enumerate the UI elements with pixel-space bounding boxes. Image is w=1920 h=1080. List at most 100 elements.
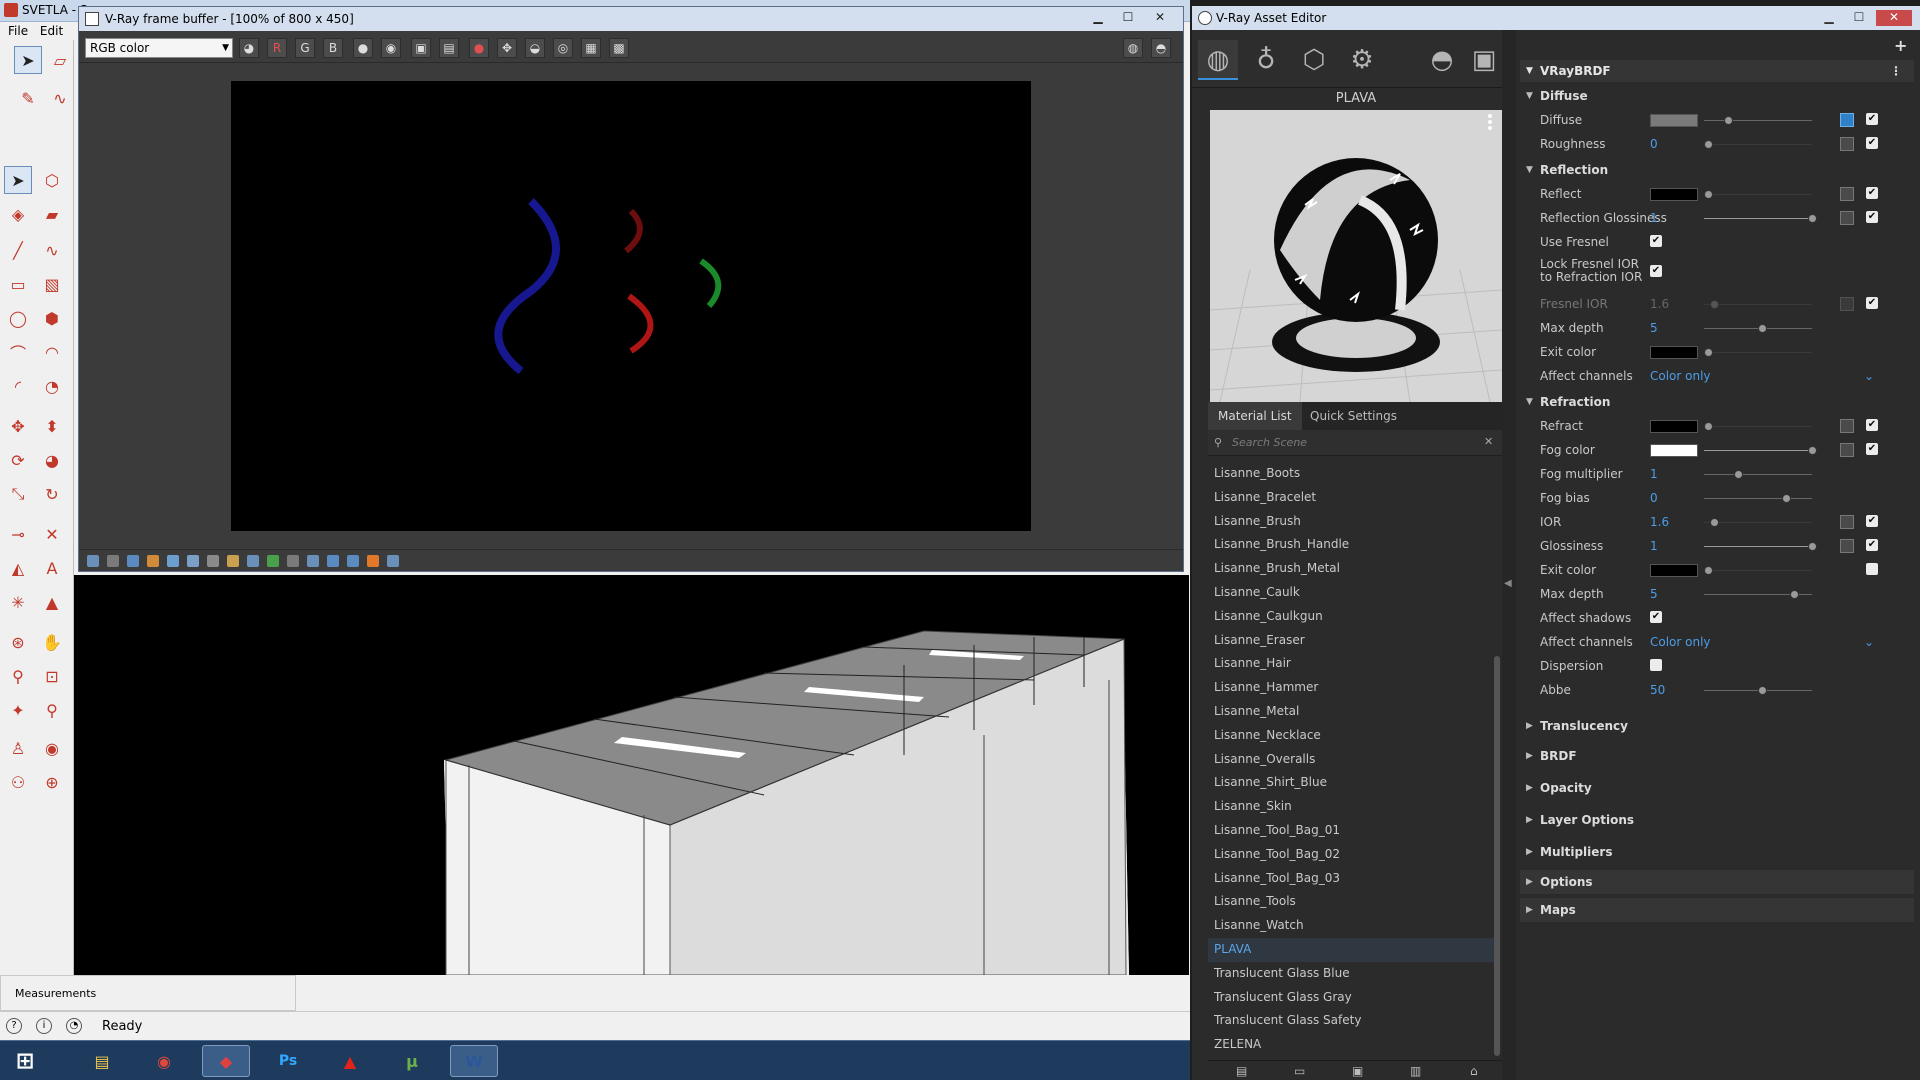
list-item[interactable]: Lisanne_Brush_Metal	[1208, 557, 1494, 581]
slider-knob[interactable]	[1704, 422, 1713, 431]
menu-file[interactable]: File	[8, 24, 28, 38]
roughness-value[interactable]: 0	[1650, 132, 1658, 156]
slider-knob[interactable]	[1790, 590, 1799, 599]
exit-color-swatch[interactable]	[1650, 346, 1698, 359]
slider-knob[interactable]	[1782, 494, 1791, 503]
measurements-box[interactable]: Measurements	[0, 975, 296, 1011]
white-balance-icon[interactable]	[167, 555, 179, 567]
render-teapot-icon[interactable]: ◓	[1422, 40, 1462, 80]
rotated-rectangle-icon[interactable]: ▧	[38, 270, 66, 298]
list-item[interactable]: Lisanne_Hammer	[1208, 676, 1494, 700]
background-icon[interactable]	[247, 555, 259, 567]
lights-tab-icon[interactable]: ♁	[1246, 40, 1286, 80]
section-translucency[interactable]: ▶ Translucency	[1520, 714, 1914, 738]
3d-text-icon[interactable]: ▲	[38, 588, 66, 616]
red-channel-button[interactable]: R	[267, 38, 287, 58]
layer-menu-icon[interactable]: ⋮	[1890, 60, 1902, 82]
affect-channels-dropdown[interactable]: Color only	[1650, 364, 1711, 388]
rotate-tool-icon[interactable]: ⟳	[4, 446, 32, 474]
brdf-layer-header[interactable]: ▼ VRayBRDF ⋮	[1520, 60, 1914, 82]
slider-knob[interactable]	[1758, 686, 1767, 695]
ior-slider[interactable]	[1704, 518, 1812, 527]
refraction-exit-color-swatch[interactable]	[1650, 564, 1698, 577]
fog-color-slider[interactable]	[1704, 446, 1817, 455]
look-around-icon[interactable]: ◉	[38, 734, 66, 762]
rectangle-tool-icon[interactable]: ▭	[4, 270, 32, 298]
pan-tool-icon[interactable]: ✋	[38, 628, 66, 656]
dispersion-checkbox[interactable]: ✔	[1650, 659, 1662, 671]
sketchup-taskbar-icon[interactable]: ◆	[202, 1045, 250, 1077]
refract-map-icon[interactable]	[1840, 419, 1854, 433]
refraction-max-depth-slider[interactable]	[1704, 590, 1812, 599]
list-item[interactable]: ZELENA	[1208, 1033, 1494, 1057]
list-item[interactable]: Translucent Glass Blue	[1208, 962, 1494, 986]
channel-select[interactable]: RGB color ▼	[85, 38, 233, 58]
list-item[interactable]: Lisanne_Bracelet	[1208, 486, 1494, 510]
diffuse-slider[interactable]	[1704, 116, 1812, 125]
reflect-slider[interactable]	[1704, 190, 1812, 199]
list-item[interactable]: Lisanne_Necklace	[1208, 724, 1494, 748]
reflection-glossiness-value[interactable]: 1	[1650, 206, 1658, 230]
affect-shadows-checkbox[interactable]: ✔	[1650, 611, 1662, 623]
slider-knob[interactable]	[1808, 214, 1817, 223]
minimize-icon[interactable]: ▁	[1816, 10, 1842, 26]
stamp-icon[interactable]	[327, 555, 339, 567]
select-tool-icon[interactable]: ➤	[14, 46, 42, 74]
ior-map-icon[interactable]	[1840, 515, 1854, 529]
circle-tool-icon[interactable]: ◯	[4, 304, 32, 332]
select-tool-large-icon[interactable]: ➤	[4, 166, 32, 194]
exposure-icon[interactable]	[147, 555, 159, 567]
slider-knob[interactable]	[1734, 470, 1743, 479]
previous-view-icon[interactable]: ⚲	[38, 696, 66, 724]
component-tool-icon[interactable]: ⬡	[38, 166, 66, 194]
tab-material-list[interactable]: Material List	[1208, 402, 1302, 430]
info-icon[interactable]: i	[36, 1018, 52, 1034]
maximize-icon[interactable]: ☐	[1846, 10, 1872, 26]
diffuse-color-swatch[interactable]	[1650, 114, 1698, 127]
list-item[interactable]: Lisanne_Tool_Bag_02	[1208, 843, 1494, 867]
list-item[interactable]: Lisanne_Tool_Bag_03	[1208, 867, 1494, 891]
autocad-icon[interactable]: ▲	[326, 1045, 374, 1077]
fog-bias-slider[interactable]	[1704, 494, 1812, 503]
roughness-slider[interactable]	[1704, 140, 1812, 149]
chevron-down-icon[interactable]: ⌄	[1864, 364, 1874, 388]
delete-material-icon[interactable]: ▥	[1410, 1064, 1421, 1078]
compare-icon[interactable]: ▦	[581, 38, 601, 58]
section-maps[interactable]: ▶ Maps	[1520, 898, 1914, 922]
diffuse-checkbox[interactable]: ✔	[1866, 113, 1878, 125]
text-tool-icon[interactable]: A	[38, 554, 66, 582]
icc-icon[interactable]	[307, 555, 319, 567]
new-material-icon[interactable]: ▤	[1236, 1064, 1247, 1078]
region-render-icon[interactable]: ✥	[497, 38, 517, 58]
close-icon[interactable]: ✕	[1876, 10, 1912, 26]
section-multipliers[interactable]: ▶ Multipliers	[1520, 840, 1914, 864]
list-item[interactable]: Translucent Glass Gray	[1208, 986, 1494, 1010]
blue-channel-button[interactable]: B	[323, 38, 343, 58]
list-item-selected[interactable]: PLAVA	[1208, 937, 1494, 962]
compare-h-icon[interactable]	[347, 555, 359, 567]
start-button-icon[interactable]: ⊞	[2, 1045, 48, 1077]
lut-icon[interactable]	[267, 555, 279, 567]
refraction-affect-channels-dropdown[interactable]: Color only	[1650, 630, 1711, 654]
glossiness-map-icon[interactable]	[1840, 211, 1854, 225]
push-pull-icon[interactable]: ⬍	[38, 412, 66, 440]
settings-tab-icon[interactable]: ⚙	[1342, 40, 1382, 80]
refract-slider[interactable]	[1704, 422, 1812, 431]
list-item[interactable]: Lisanne_Shirt_Blue	[1208, 771, 1494, 795]
render-icon[interactable]: ◒	[525, 38, 545, 58]
section-plane-icon[interactable]: ⊕	[38, 768, 66, 796]
reflection-glossiness-slider[interactable]	[1704, 214, 1817, 223]
ior-checkbox[interactable]: ✔	[1866, 515, 1878, 527]
history-icon[interactable]: ▩	[609, 38, 629, 58]
alpha-white-icon[interactable]: ●	[353, 38, 373, 58]
test-icon[interactable]	[387, 555, 399, 567]
glossiness-checkbox[interactable]: ✔	[1866, 211, 1878, 223]
walk-tool-icon[interactable]: ⚇	[4, 768, 32, 796]
diffuse-map-icon[interactable]	[1840, 113, 1854, 127]
photoshop-icon[interactable]: Ps	[264, 1045, 312, 1077]
list-item[interactable]: Lisanne_Overalls	[1208, 748, 1494, 772]
refraction-exit-color-slider[interactable]	[1704, 566, 1812, 575]
collapse-left-icon[interactable]: ◀	[1504, 578, 1512, 589]
material-list-scrollbar[interactable]	[1494, 656, 1500, 1056]
list-item[interactable]: Lisanne_Tools	[1208, 890, 1494, 914]
